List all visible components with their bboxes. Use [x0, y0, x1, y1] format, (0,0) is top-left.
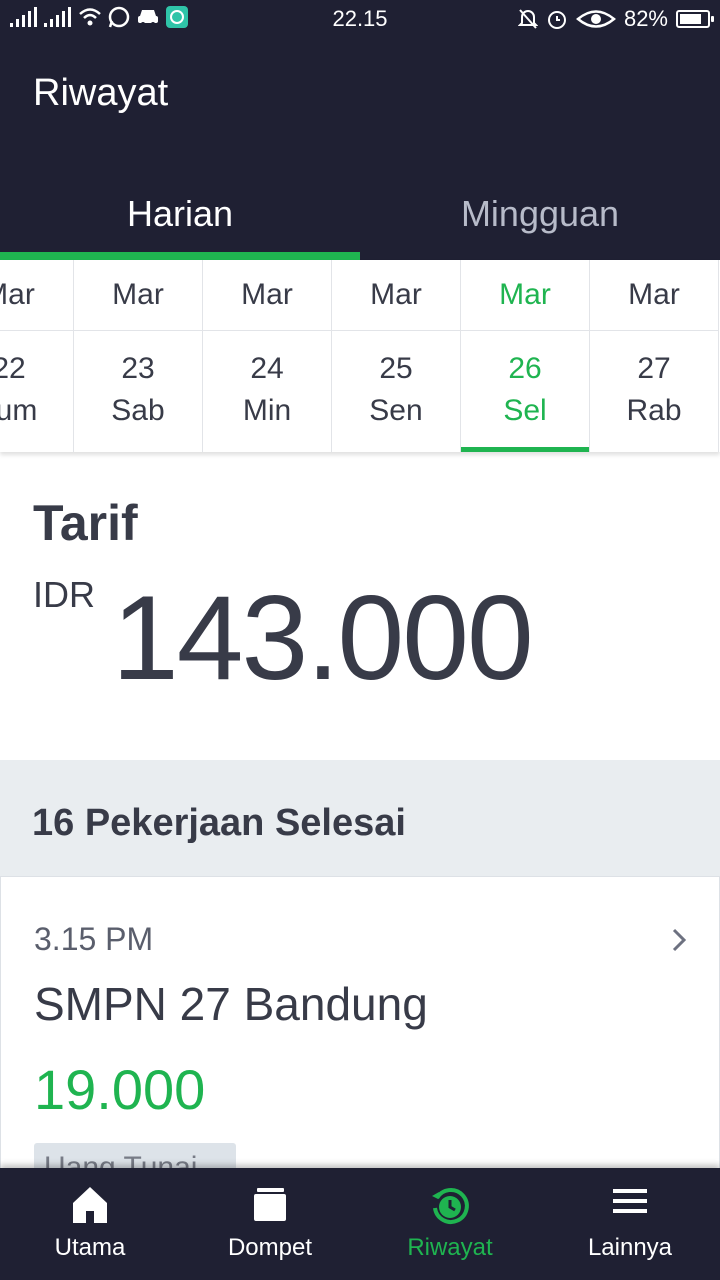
nav-riwayat-label: Riwayat [407, 1234, 493, 1261]
bell-muted-icon [517, 9, 538, 29]
active-tab-indicator [0, 252, 360, 260]
date-month: Mar [499, 278, 551, 311]
eye-icon [575, 10, 616, 28]
app-header: Riwayat Harian Mingguan [0, 36, 720, 260]
date-divider [203, 330, 331, 331]
period-tabs: Harian Mingguan [0, 186, 720, 260]
date-divider [590, 330, 718, 331]
date-item[interactable]: Mar 24 Min [203, 260, 332, 452]
date-weekday: Min [242, 394, 292, 427]
date-divider [0, 330, 73, 331]
date-item[interactable]: Mar 27 Rab [590, 260, 719, 452]
battery-icon [676, 10, 714, 28]
nav-lainnya[interactable]: Lainnya [540, 1168, 720, 1280]
chevron-right-icon [672, 928, 687, 952]
job-card[interactable]: 3.15 PM SMPN 27 Bandung 19.000 Uang Tuna… [0, 876, 720, 1183]
date-day: 25 [379, 352, 413, 385]
date-item-selected[interactable]: Mar 26 Sel [461, 260, 590, 452]
alarm-icon [547, 11, 566, 29]
tab-mingguan-label: Mingguan [460, 193, 620, 234]
nav-riwayat[interactable]: Riwayat [360, 1168, 540, 1280]
date-weekday: Rab [626, 394, 682, 427]
wallet-icon [254, 1188, 286, 1221]
completed-jobs-section: 16 Pekerjaan Selesai 3.15 PM SMPN 27 Ban… [0, 760, 720, 1183]
date-divider [74, 330, 202, 331]
date-divider [332, 330, 460, 331]
status-icons-right: 82% [517, 6, 714, 32]
page-title: Riwayat [33, 72, 169, 114]
nav-utama[interactable]: Utama [0, 1168, 180, 1280]
job-time: 3.15 PM [34, 921, 154, 957]
tarif-currency: IDR [33, 574, 95, 615]
tarif-label: Tarif [33, 495, 138, 551]
menu-icon [613, 1189, 647, 1213]
job-destination: SMPN 27 Bandung [34, 978, 428, 1030]
date-day: 24 [250, 352, 284, 385]
date-month: Mar [628, 278, 680, 311]
battery-level [680, 14, 701, 24]
date-weekday: Sel [503, 394, 547, 427]
date-month: Mar [112, 278, 164, 311]
date-month: Mar [0, 278, 35, 311]
date-day: 22 [0, 352, 26, 385]
date-month: Mar [241, 278, 293, 311]
date-item[interactable]: Mar 23 Sab [74, 260, 203, 452]
job-price: 19.000 [34, 1058, 206, 1121]
date-day: 26 [508, 352, 542, 385]
date-selector[interactable]: Mar 22 Jum Mar 23 Sab Mar 24 Min Mar 25 … [0, 260, 720, 452]
selected-date-indicator [461, 447, 589, 452]
history-icon [432, 1187, 469, 1224]
tab-mingguan[interactable]: Mingguan [360, 186, 720, 260]
tab-harian-label: Harian [126, 193, 234, 234]
battery-percent: 82% [623, 6, 668, 31]
nav-lainnya-label: Lainnya [587, 1234, 673, 1261]
nav-utama-label: Utama [54, 1234, 126, 1261]
date-weekday: Sab [111, 394, 165, 427]
completed-jobs-title: 16 Pekerjaan Selesai [32, 802, 406, 844]
home-icon [73, 1187, 107, 1223]
date-day: 23 [121, 352, 155, 385]
date-divider [461, 330, 589, 331]
date-item[interactable]: Mar 25 Sen [332, 260, 461, 452]
tab-harian[interactable]: Harian [0, 186, 360, 260]
tarif-amount: 143.000 [112, 571, 534, 705]
nav-dompet[interactable]: Dompet [180, 1168, 360, 1280]
date-item[interactable]: Mar 22 Jum [0, 260, 74, 452]
status-bar: 22.15 82% [0, 0, 720, 36]
date-month: Mar [370, 278, 422, 311]
nav-dompet-label: Dompet [227, 1234, 313, 1261]
date-weekday: Sen [369, 394, 423, 427]
date-weekday: Jum [0, 394, 38, 427]
bottom-navigation: Utama Dompet Riwayat Lainnya [0, 1168, 720, 1280]
date-day: 27 [637, 352, 671, 385]
